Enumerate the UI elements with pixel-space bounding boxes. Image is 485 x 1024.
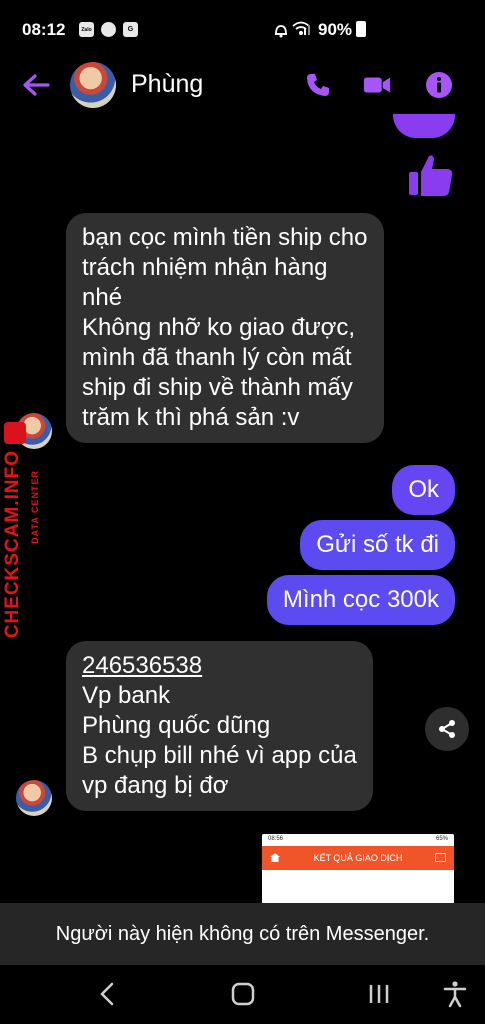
chat-header: Phùng (0, 58, 485, 114)
outgoing-message-partial[interactable] (393, 114, 455, 138)
zalo-icon: Zalo (79, 22, 94, 37)
nav-home-icon[interactable] (228, 979, 258, 1009)
message-line: trăm k thì phá sản :v (82, 404, 300, 431)
message-line: trách nhiệm nhận hàng (82, 254, 328, 281)
watermark-brand: CHECKSCAM.INFO (2, 450, 23, 639)
message-line: ship đi ship về thành mấy (82, 374, 353, 401)
screenshot-title: KẾT QUẢ GIAO DỊCH (313, 853, 403, 863)
message-line: Phùng quốc dũng (82, 712, 271, 739)
message-line: Vp bank (82, 682, 171, 709)
back-arrow-icon[interactable] (20, 70, 52, 100)
screenshot-status-bar: 08:56 65% (262, 834, 454, 846)
contact-name[interactable]: Phùng (131, 70, 203, 99)
accessibility-icon[interactable] (440, 979, 470, 1009)
alarm-icon (275, 25, 287, 38)
message-line: vp đang bị đơ (82, 772, 229, 799)
card-icon (435, 853, 446, 862)
message-line: bạn cọc mình tiền ship cho (82, 224, 368, 251)
screenshot-battery: 65% (435, 836, 448, 842)
unavailable-banner: Người này hiện không có trên Messenger. (0, 903, 485, 965)
message-list[interactable]: bạn cọc mình tiền ship cho trách nhiệm n… (0, 114, 485, 904)
account-number-link[interactable]: 246536538 (82, 651, 357, 681)
message-line: B chụp bill nhé vì app của (82, 742, 357, 769)
outgoing-message[interactable]: Gửi số tk đi (300, 520, 455, 570)
status-time: 08:12 (22, 20, 66, 39)
incoming-message[interactable]: bạn cọc mình tiền ship cho trách nhiệm n… (66, 213, 384, 443)
video-call-icon[interactable] (362, 70, 392, 100)
checkscam-logo-icon (4, 422, 26, 444)
like-thumbs-up-icon[interactable] (406, 150, 456, 200)
message-line: nhé (82, 284, 123, 311)
share-icon (439, 720, 455, 738)
message-line: mình đã thanh lý còn mất (82, 344, 352, 371)
message-line: Không nhỡ ko giao được, (82, 314, 356, 341)
system-navigation-bar (0, 965, 485, 1024)
home-icon (270, 853, 280, 862)
battery-percent: 90% (318, 20, 353, 39)
outgoing-message[interactable]: Ok (392, 465, 455, 515)
info-icon[interactable] (424, 70, 454, 100)
watermark-sub: DATA CENTER (30, 470, 40, 544)
signal-icon (300, 25, 310, 35)
contact-avatar-small[interactable] (16, 780, 52, 816)
battery-icon (356, 21, 366, 37)
outgoing-message[interactable]: Mình cọc 300k (266, 575, 455, 625)
messenger-icon (101, 22, 116, 37)
contact-avatar[interactable] (70, 62, 116, 108)
image-attachment[interactable]: 08:56 65% KẾT QUẢ GIAO DỊCH (262, 834, 454, 904)
phone-icon[interactable] (303, 70, 333, 100)
screenshot-time: 08:56 (268, 836, 284, 842)
screenshot-title-bar: KẾT QUẢ GIAO DỊCH (262, 846, 454, 870)
status-bar: 08:12 Zalo G 90% (0, 0, 485, 60)
incoming-message[interactable]: 246536538 Vp bank Phùng quốc dũng B chụp… (66, 641, 373, 811)
translate-icon: G (123, 22, 138, 37)
checkscam-watermark: CHECKSCAM.INFO DATA CENTER (2, 420, 50, 660)
nav-recents-icon[interactable] (364, 979, 394, 1009)
notification-icons: Zalo G (79, 22, 138, 37)
share-button[interactable] (425, 707, 469, 751)
nav-back-icon[interactable] (93, 979, 123, 1009)
